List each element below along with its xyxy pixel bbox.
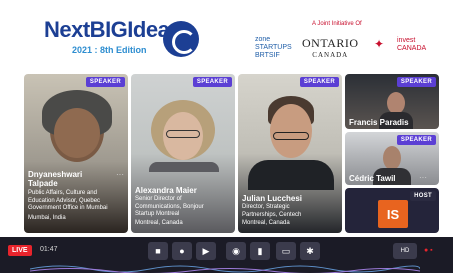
elapsed-time: 01:47 bbox=[40, 246, 58, 253]
screen-share-button[interactable]: ▶ bbox=[196, 242, 216, 260]
participant-title: Director, Strategic Partnerships, Centec… bbox=[242, 204, 342, 228]
video-tile-julian[interactable]: SPEAKER Julian Lucchesi Director, Strate… bbox=[238, 74, 342, 233]
logo-subtitle: 2021 : 8th Edition bbox=[72, 45, 147, 55]
ontario-name: ONTARIO bbox=[302, 36, 359, 50]
participant-face bbox=[270, 104, 312, 158]
quality-select[interactable]: HD bbox=[393, 243, 417, 259]
participant-title: Public Affairs, Culture and Education Ad… bbox=[28, 190, 128, 222]
video-tile-cedric[interactable]: SPEAKER Cédric Tawil ··· bbox=[345, 132, 439, 185]
speaker-badge: SPEAKER bbox=[85, 77, 125, 87]
ontario-canada: CANADA bbox=[312, 51, 349, 59]
quality-label: HD bbox=[400, 248, 410, 254]
event-header: NextBIGIdea 2021 : 8th Edition A Joint I… bbox=[0, 0, 453, 72]
participant-name: Francis Paradis bbox=[349, 118, 409, 127]
video-tile-host[interactable]: HOST IS bbox=[345, 188, 439, 233]
event-logo: NextBIGIdea 2021 : 8th Edition bbox=[44, 17, 170, 56]
participant-name: Alexandra Maier bbox=[135, 186, 197, 195]
status-indicator-icon: ● ▪ bbox=[424, 247, 433, 254]
partner-invest-canada-logo: invest CANADA bbox=[397, 37, 426, 53]
title-line: Partnerships, Centech bbox=[242, 211, 302, 218]
video-tile-dnyaneshwari[interactable]: SPEAKER Dnyaneshwari Talpade ··· Public … bbox=[24, 74, 128, 233]
maple-leaf-icon: ✦ bbox=[374, 37, 385, 51]
partner-zone-logo: zone STARTUPS BRTSIF bbox=[255, 36, 292, 60]
settings-icon: ✱ bbox=[306, 246, 314, 256]
control-bar: LIVE 01:47 ■ ● ▶ ◉ ▮ ▭ ✱ HD ● ▪ bbox=[0, 237, 453, 273]
participant-name: Julian Lucchesi bbox=[242, 194, 303, 203]
invest-canada: CANADA bbox=[397, 45, 427, 52]
title-line: Startup Montreal bbox=[135, 211, 180, 217]
camera-button[interactable]: ■ bbox=[148, 242, 168, 260]
more-options-icon[interactable]: ··· bbox=[116, 170, 124, 179]
host-badge: HOST bbox=[410, 191, 436, 201]
mic-icon: ● bbox=[179, 246, 185, 256]
screen-share-icon: ▶ bbox=[202, 246, 210, 256]
participant-body bbox=[149, 162, 219, 172]
participant-title: Senior Director of Communications, Bonjo… bbox=[135, 196, 235, 227]
speaker-badge: SPEAKER bbox=[192, 77, 232, 87]
captions-icon: ▭ bbox=[281, 246, 291, 256]
more-options-icon[interactable]: ··· bbox=[419, 173, 427, 182]
participant-face bbox=[387, 92, 405, 114]
participant-location: Mumbai, India bbox=[28, 214, 66, 221]
record-button[interactable]: ◉ bbox=[226, 242, 246, 260]
video-tile-alexandra[interactable]: SPEAKER Alexandra Maier Senior Director … bbox=[131, 74, 235, 233]
video-tile-francis[interactable]: SPEAKER Francis Paradis bbox=[345, 74, 439, 129]
title-line: Government Office in Mumbai bbox=[28, 205, 108, 211]
speaker-badge: SPEAKER bbox=[396, 77, 436, 87]
camera-icon: ■ bbox=[155, 246, 161, 256]
joint-initiative-label: A Joint Initiative Of bbox=[312, 21, 362, 27]
zone-brtsif: BRTSIF bbox=[255, 52, 280, 59]
settings-button[interactable]: ✱ bbox=[300, 242, 320, 260]
glasses-icon bbox=[273, 132, 309, 140]
stats-button[interactable]: ▮ bbox=[250, 242, 270, 260]
zone-startups: STARTUPS bbox=[255, 44, 292, 51]
title-line: Communications, Bonjour bbox=[135, 203, 204, 210]
host-avatar: IS bbox=[378, 200, 408, 228]
live-badge: LIVE bbox=[8, 245, 32, 256]
logo-title: NextBIGIdea bbox=[44, 17, 170, 42]
mic-button[interactable]: ● bbox=[172, 242, 192, 260]
participant-name: Cédric Tawil bbox=[349, 174, 396, 183]
participant-location: Montreal, Canada bbox=[242, 220, 290, 226]
captions-button[interactable]: ▭ bbox=[276, 242, 296, 260]
invest-name: invest bbox=[397, 37, 416, 44]
record-icon: ◉ bbox=[232, 246, 240, 256]
decorative-wave bbox=[30, 265, 420, 273]
participant-face bbox=[383, 146, 401, 170]
stats-icon: ▮ bbox=[257, 246, 263, 256]
title-line: Senior Director of bbox=[135, 196, 182, 202]
participant-body bbox=[248, 160, 334, 190]
title-line: Public Affairs, Culture and bbox=[28, 190, 97, 196]
speaker-badge: SPEAKER bbox=[396, 135, 436, 145]
partner-ontario-logo: ONTARIO CANADA bbox=[302, 36, 359, 59]
participant-face bbox=[54, 108, 100, 158]
title-line: Education Advisor, Quebec bbox=[28, 197, 101, 204]
logo-mark-icon bbox=[163, 21, 199, 57]
glasses-icon bbox=[166, 130, 200, 138]
zone-name: zone bbox=[255, 36, 271, 43]
participant-location: Montreal, Canada bbox=[135, 219, 183, 226]
participant-name: Dnyaneshwari Talpade bbox=[28, 170, 83, 188]
speaker-badge: SPEAKER bbox=[299, 77, 339, 87]
title-line: Director, Strategic bbox=[242, 204, 290, 210]
